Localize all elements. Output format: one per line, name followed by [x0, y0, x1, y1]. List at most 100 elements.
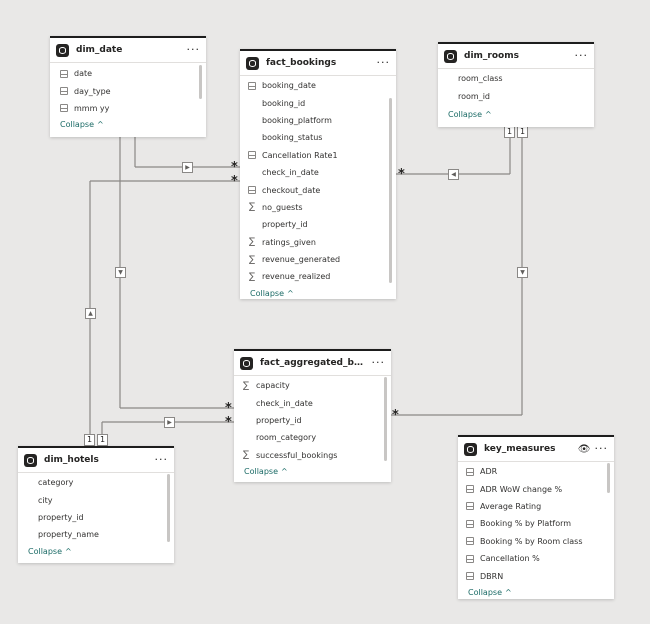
sigma-icon: ∑: [248, 202, 256, 213]
more-options-icon[interactable]: ···: [595, 443, 609, 454]
table-card-dim-rooms[interactable]: dim_rooms ··· room_class room_id Collaps…: [438, 42, 594, 127]
collapse-button[interactable]: Collapse ^: [240, 286, 396, 299]
table-header[interactable]: fact_aggregated_booki... ···: [234, 351, 391, 376]
field-row[interactable]: checkout_date: [246, 181, 396, 198]
field-row[interactable]: category: [38, 474, 174, 491]
field-row[interactable]: ∑ revenue_generated: [246, 251, 396, 268]
field-row[interactable]: ∑ no_guests: [246, 199, 396, 216]
collapse-label: Collapse: [60, 120, 94, 130]
collapse-label: Collapse: [250, 288, 284, 298]
more-options-icon[interactable]: ···: [155, 454, 169, 465]
field-label: no_guests: [262, 202, 303, 212]
field-label: booking_platform: [262, 115, 332, 125]
field-label: ratings_given: [262, 237, 316, 247]
filter-direction-arrow: ▼: [517, 267, 528, 278]
measure-icon: [466, 554, 474, 563]
scrollbar[interactable]: [199, 65, 202, 99]
table-icon: [444, 49, 457, 63]
field-row[interactable]: check_in_date: [240, 394, 391, 411]
collapse-button[interactable]: Collapse ^: [438, 107, 594, 122]
field-row[interactable]: property_id: [246, 216, 396, 233]
field-label: room_category: [256, 433, 317, 443]
field-label: category: [38, 478, 74, 488]
field-row[interactable]: date: [58, 65, 206, 82]
chevron-up-icon: ^: [485, 109, 492, 119]
sigma-icon: ∑: [248, 237, 256, 248]
scrollbar[interactable]: [167, 474, 170, 542]
more-options-icon[interactable]: ···: [377, 57, 391, 68]
field-row[interactable]: booking_platform: [246, 112, 396, 129]
collapse-label: Collapse: [468, 587, 502, 597]
sigma-icon: ∑: [242, 450, 250, 461]
eye-icon[interactable]: 👁: [578, 444, 591, 455]
field-row[interactable]: ∑ ratings_given: [246, 234, 396, 251]
field-row[interactable]: Cancellation Rate1: [246, 147, 396, 164]
one-cardinality-marker: 1: [84, 434, 95, 446]
field-row[interactable]: Average Rating: [464, 498, 614, 515]
field-row[interactable]: room_class: [458, 70, 594, 87]
field-row[interactable]: day_type: [58, 82, 206, 99]
field-label: booking_date: [262, 81, 316, 91]
table-icon: [240, 356, 253, 370]
table-header[interactable]: fact_bookings ···: [240, 51, 396, 76]
table-name: fact_bookings: [266, 58, 337, 68]
scrollbar[interactable]: [607, 463, 610, 493]
table-header[interactable]: dim_hotels ···: [18, 448, 174, 473]
field-label: day_type: [74, 86, 111, 96]
chevron-up-icon: ^: [287, 288, 294, 298]
scrollbar[interactable]: [389, 98, 392, 283]
field-row[interactable]: ADR: [464, 463, 614, 480]
field-row[interactable]: property_name: [38, 526, 174, 543]
field-row[interactable]: ∑ revenue_realized: [246, 268, 396, 285]
field-row[interactable]: property_id: [240, 412, 391, 429]
field-row[interactable]: check_in_date: [246, 164, 396, 181]
filter-direction-arrow: ▶: [182, 162, 193, 173]
many-cardinality-marker: *: [225, 401, 232, 416]
calculated-column-icon: [248, 151, 256, 160]
field-row[interactable]: room_id: [458, 87, 594, 104]
field-row[interactable]: room_category: [240, 429, 391, 446]
measure-icon: [466, 485, 474, 494]
collapse-button[interactable]: Collapse ^: [18, 544, 174, 559]
table-card-fact-aggregated-bookings[interactable]: fact_aggregated_booki... ··· ∑ capacity c…: [234, 349, 391, 482]
table-card-key-measures[interactable]: key_measures 👁 ··· ADR ADR WoW change % …: [458, 435, 614, 599]
more-options-icon[interactable]: ···: [575, 50, 589, 61]
table-header[interactable]: dim_date ···: [50, 38, 206, 63]
collapse-label: Collapse: [448, 109, 482, 119]
scrollbar[interactable]: [384, 377, 387, 461]
more-options-icon[interactable]: ···: [187, 44, 201, 55]
field-row[interactable]: city: [38, 491, 174, 508]
field-row[interactable]: Cancellation %: [464, 550, 614, 567]
field-row[interactable]: DBRN: [464, 567, 614, 584]
table-name: dim_date: [76, 45, 123, 55]
field-row[interactable]: booking_status: [246, 129, 396, 146]
field-row[interactable]: Booking % by Room class: [464, 533, 614, 550]
field-row[interactable]: ∑ capacity: [240, 377, 391, 394]
sigma-icon: ∑: [248, 254, 256, 265]
collapse-button[interactable]: Collapse ^: [50, 117, 206, 132]
field-label: Average Rating: [480, 501, 542, 511]
field-row[interactable]: Booking % by Platform: [464, 515, 614, 532]
calendar-icon: [248, 81, 256, 90]
many-cardinality-marker: *: [231, 160, 238, 175]
filter-direction-arrow: ◀: [448, 169, 459, 180]
field-label: checkout_date: [262, 185, 321, 195]
collapse-button[interactable]: Collapse ^: [234, 464, 391, 479]
table-header[interactable]: dim_rooms ···: [438, 44, 594, 69]
collapse-button[interactable]: Collapse ^: [458, 585, 614, 599]
field-row[interactable]: property_id: [38, 509, 174, 526]
field-row[interactable]: ADR WoW change %: [464, 480, 614, 497]
table-card-dim-date[interactable]: dim_date ··· date day_type mmm yy Collap…: [50, 36, 206, 137]
field-label: city: [38, 495, 53, 505]
field-row[interactable]: ∑ successful_bookings: [240, 447, 391, 464]
chevron-up-icon: ^: [505, 587, 512, 597]
table-header[interactable]: key_measures 👁 ···: [458, 437, 614, 462]
field-row[interactable]: mmm yy: [58, 100, 206, 117]
field-row[interactable]: booking_date: [246, 77, 396, 94]
model-canvas[interactable]: ▶ ◀ ▼ ▲ ▶ ▼ * * * * * * 1 1 1 1 dim_date…: [0, 0, 650, 624]
table-card-fact-bookings[interactable]: fact_bookings ··· booking_date booking_i…: [240, 49, 396, 299]
table-card-dim-hotels[interactable]: dim_hotels ··· category city property_id…: [18, 446, 174, 563]
collapse-label: Collapse: [244, 466, 278, 476]
more-options-icon[interactable]: ···: [372, 357, 386, 368]
field-row[interactable]: booking_id: [246, 94, 396, 111]
